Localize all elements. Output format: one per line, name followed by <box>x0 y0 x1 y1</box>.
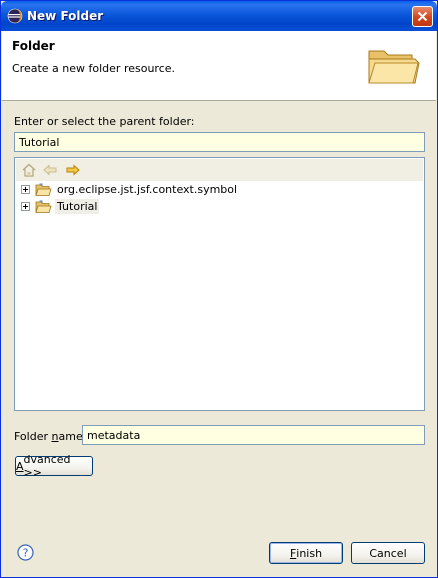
wizard-header: Folder Create a new folder resource. <box>2 31 436 101</box>
close-button[interactable] <box>412 6 433 27</box>
forward-arrow-icon[interactable] <box>65 162 81 178</box>
project-folder-icon <box>35 183 52 196</box>
folder-name-input[interactable]: metadata <box>82 425 425 445</box>
tree-item-label: Tutorial <box>55 199 100 214</box>
folder-wizard-icon <box>368 50 420 84</box>
project-folder-icon <box>35 200 52 213</box>
tree-item[interactable]: org.eclipse.jst.jsf.context.symbol <box>21 181 239 198</box>
header-description: Create a new folder resource. <box>12 62 176 75</box>
finish-button[interactable]: Finish <box>269 542 343 564</box>
help-icon[interactable]: ? <box>17 544 34 561</box>
close-icon <box>417 11 428 22</box>
new-folder-dialog: New Folder Folder Create a new folder re… <box>0 0 438 578</box>
back-arrow-icon[interactable] <box>42 162 58 178</box>
tree-item-label: org.eclipse.jst.jsf.context.symbol <box>57 183 238 196</box>
header-title: Folder <box>12 39 55 53</box>
home-icon[interactable] <box>21 162 37 178</box>
advanced-button[interactable]: Advanced >> <box>15 453 93 479</box>
parent-folder-label: Enter or select the parent folder: <box>14 115 195 128</box>
folder-tree[interactable]: org.eclipse.jst.jsf.context.symbol Tutor… <box>14 157 425 411</box>
eclipse-icon <box>7 8 23 24</box>
title-bar[interactable]: New Folder <box>1 1 437 31</box>
expand-icon[interactable] <box>21 202 30 211</box>
window-title: New Folder <box>27 9 104 23</box>
tree-item[interactable]: Tutorial <box>21 198 100 215</box>
tree-toolbar <box>16 159 423 181</box>
parent-folder-input[interactable]: Tutorial <box>14 132 425 152</box>
expand-icon[interactable] <box>21 185 30 194</box>
folder-name-label: Folder name: <box>14 430 87 443</box>
cancel-button[interactable]: Cancel <box>351 542 425 564</box>
svg-text:?: ? <box>23 547 29 560</box>
